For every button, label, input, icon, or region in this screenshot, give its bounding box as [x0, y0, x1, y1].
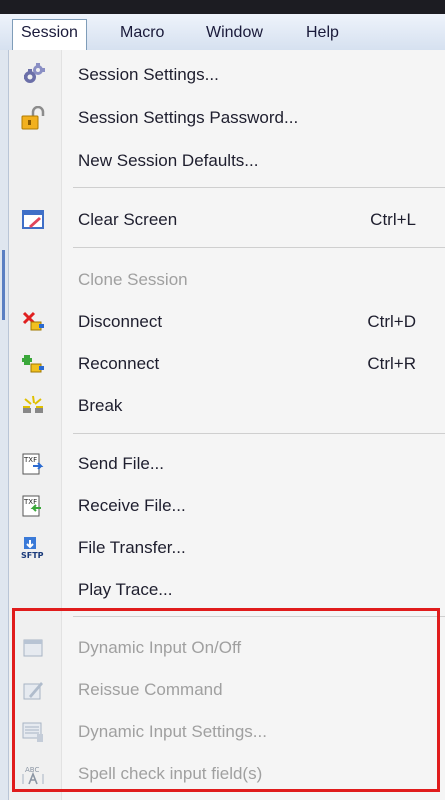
annotation-highlight-box [12, 608, 440, 792]
menu-item-play-trace[interactable]: Play Trace... [9, 570, 445, 610]
menu-item-reconnect[interactable]: Reconnect Ctrl+R [9, 344, 445, 384]
menu-window[interactable]: Window [198, 20, 271, 46]
menu-item-label: Clone Session [78, 270, 188, 289]
break-icon [23, 395, 43, 413]
menu-item-new-session-defaults[interactable]: New Session Defaults... [9, 141, 445, 181]
menu-item-break[interactable]: Break [9, 386, 445, 426]
menu-separator [73, 433, 445, 434]
menu-item-label: Session Settings Password... [78, 108, 299, 127]
menu-session[interactable]: Session [12, 19, 87, 51]
window-left-edge [0, 50, 8, 800]
menu-item-send-file[interactable]: TXF Send File... [9, 444, 445, 484]
menu-item-session-settings-password[interactable]: Session Settings Password... [9, 98, 445, 138]
svg-text:TXF: TXF [23, 456, 37, 464]
menu-bar: Session Macro Window Help [0, 14, 445, 51]
menu-item-session-settings[interactable]: Session Settings... [9, 55, 445, 95]
menu-item-label: Clear Screen [78, 210, 178, 229]
menu-item-label: New Session Defaults... [78, 151, 259, 170]
reconnect-icon [22, 355, 44, 373]
menu-separator [73, 247, 445, 248]
menu-item-clone-session: Clone Session [9, 260, 445, 300]
menu-separator [73, 187, 445, 188]
lock-icon [21, 106, 45, 130]
menu-item-disconnect[interactable]: Disconnect Ctrl+D [9, 302, 445, 342]
menu-item-shortcut: Ctrl+R [367, 354, 416, 373]
disconnect-icon [22, 311, 44, 331]
svg-text:SFTP: SFTP [21, 551, 44, 560]
window-top-strip [0, 0, 445, 14]
menu-item-shortcut: Ctrl+L [370, 210, 416, 229]
gears-icon [24, 63, 45, 83]
menu-item-label: Reconnect [78, 354, 160, 373]
menu-item-label: Receive File... [78, 496, 186, 515]
menu-item-label: Send File... [78, 454, 164, 473]
menu-item-label: Play Trace... [78, 580, 173, 599]
menu-item-label: Session Settings... [78, 65, 219, 84]
menu-item-clear-screen[interactable]: Clear Screen Ctrl+L [9, 200, 445, 240]
menu-item-label: Disconnect [78, 312, 163, 331]
menu-macro[interactable]: Macro [112, 20, 172, 46]
menu-item-file-transfer[interactable]: SFTP File Transfer... [9, 528, 445, 568]
menu-item-label: Break [78, 396, 123, 415]
menu-help[interactable]: Help [298, 20, 347, 46]
menu-item-shortcut: Ctrl+D [367, 312, 416, 331]
menu-item-receive-file[interactable]: TXF Receive File... [9, 486, 445, 526]
receive-file-icon: TXF [22, 495, 41, 517]
send-file-icon: TXF [22, 453, 44, 475]
menu-item-label: File Transfer... [78, 538, 186, 557]
clear-screen-icon [22, 210, 44, 229]
file-transfer-icon: SFTP [21, 537, 44, 560]
